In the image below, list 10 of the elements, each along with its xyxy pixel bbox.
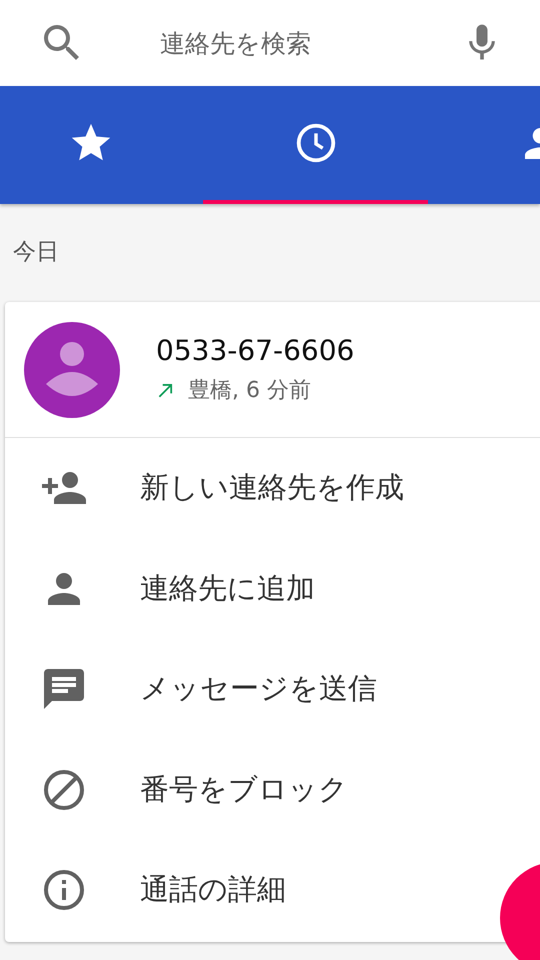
avatar-icon <box>24 322 120 418</box>
outgoing-call-icon <box>156 381 174 399</box>
section-header: 今日 <box>12 238 60 267</box>
action-item[interactable]: メッセージを送信 <box>5 639 540 740</box>
action-item[interactable]: 通話の詳細 <box>5 840 540 940</box>
action-item[interactable]: 連絡先に追加 <box>5 538 540 639</box>
call-detail: 豊橋, 6 分前 <box>188 377 311 405</box>
action-item[interactable]: 番号をブロック <box>5 740 540 840</box>
phone-number: 0533-67-6606 <box>156 334 354 367</box>
action-item[interactable]: 新しい連絡先を作成 <box>5 438 540 538</box>
